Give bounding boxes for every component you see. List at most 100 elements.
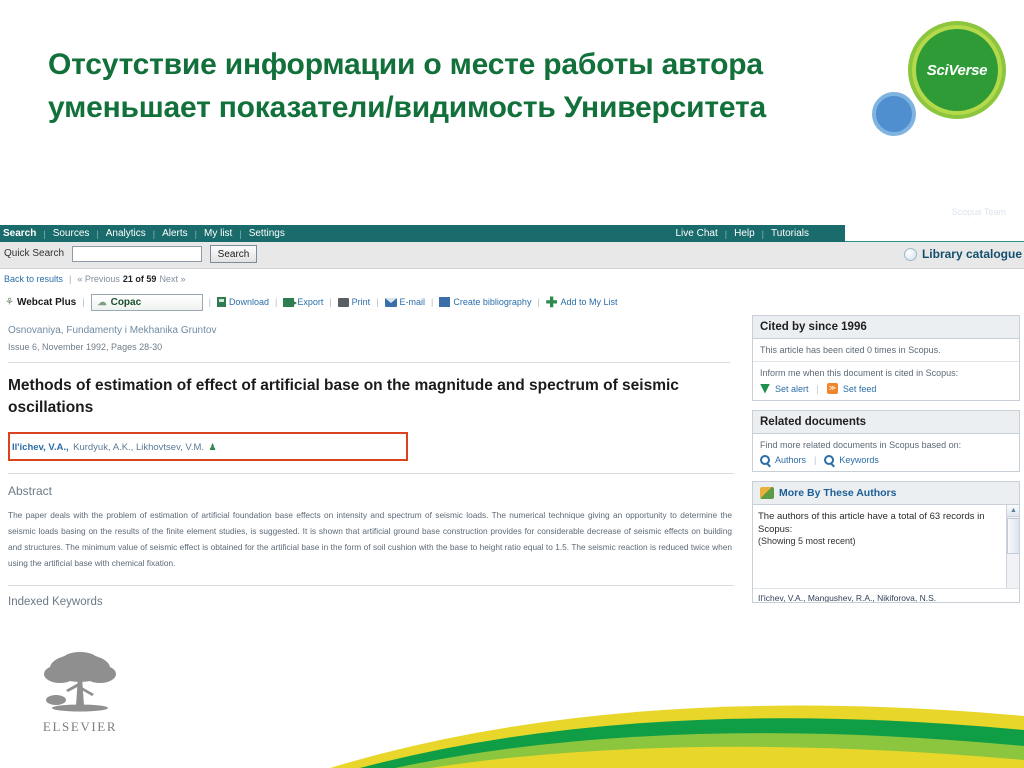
article-title: Methods of estimation of effect of artif… xyxy=(8,377,679,417)
nav-item-sources[interactable]: Sources xyxy=(53,228,90,239)
download-icon xyxy=(216,297,226,307)
abstract-body: The paper deals with the problem of esti… xyxy=(8,509,732,568)
author-primary-link[interactable]: Il'ichev, V.A., xyxy=(12,442,69,453)
export-button[interactable]: Export xyxy=(283,297,323,307)
sciverse-logo: SciVerse xyxy=(908,21,1006,119)
webcat-icon: ⚘ xyxy=(5,296,14,308)
set-alert-link[interactable]: Set alert xyxy=(775,384,809,394)
toolbar-separator: | xyxy=(208,297,211,307)
toolbar-separator: | xyxy=(376,297,379,307)
create-bibliography-button[interactable]: Create bibliography xyxy=(439,297,531,307)
nav-separator: | xyxy=(761,228,765,239)
previous-result-link[interactable]: « Previous xyxy=(77,274,120,284)
action-separator: | xyxy=(816,383,819,394)
page-title-line-1: Отсутствие информации о месте работы авт… xyxy=(48,48,763,81)
nav-item-alerts[interactable]: Alerts xyxy=(162,228,188,239)
action-separator: | xyxy=(814,455,817,465)
more-by-authors-item[interactable]: Il'ichev, V.A., Mangushev, R.A., Nikifor… xyxy=(753,589,1019,602)
toolbar-separator: | xyxy=(274,297,278,307)
cited-by-count: This article has been cited 0 times in S… xyxy=(753,339,1019,362)
search-button[interactable]: Search xyxy=(210,245,257,263)
slide-canvas: Отсутствие информации о месте работы авт… xyxy=(0,0,1024,768)
issue-info: Issue 6, November 1992, Pages 28-30 xyxy=(8,342,163,352)
scrollbar-thumb[interactable] xyxy=(1007,518,1019,554)
main-navigation: Search | Sources | Analytics | Alerts | … xyxy=(0,225,845,242)
scrollbar[interactable]: ▲ xyxy=(1006,505,1019,588)
next-result-link[interactable]: Next » xyxy=(159,274,185,284)
nav-separator: | xyxy=(96,228,99,239)
cited-by-inform: Inform me when this document is cited in… xyxy=(753,362,1019,400)
create-bibliography-label: Create bibliography xyxy=(453,297,532,307)
nav-right-group: Live Chat | Help | Tutorials xyxy=(676,228,846,239)
cited-by-heading: Cited by since 1996 xyxy=(753,316,1019,339)
export-label: Export xyxy=(297,297,324,307)
scroll-up-arrow-icon[interactable]: ▲ xyxy=(1007,505,1019,517)
nav-separator: | xyxy=(152,228,156,239)
set-feed-link[interactable]: Set feed xyxy=(843,384,877,394)
email-icon xyxy=(384,297,397,307)
email-label: E-mail xyxy=(399,297,426,307)
nav-separator: | xyxy=(239,228,242,239)
add-to-my-list-label: Add to My List xyxy=(560,297,618,307)
nav-separator: | xyxy=(194,228,197,239)
authors-rest[interactable]: Kurdyuk, A.K., Likhovtsev, V.M. xyxy=(73,442,204,453)
nav-item-my-list[interactable]: My list xyxy=(204,228,232,239)
toolbar-separator: | xyxy=(82,297,85,307)
more-by-authors-scroll-area: The authors of this article have a total… xyxy=(753,505,1019,589)
page-title-line-2: уменьшает показатели/видимость Университ… xyxy=(48,90,766,124)
more-by-authors-showing: (Showing 5 most recent) xyxy=(758,535,856,546)
search-icon xyxy=(760,455,770,465)
copac-button[interactable]: ☁ Copac xyxy=(90,293,203,311)
affiliation-icon[interactable]: ♟ xyxy=(209,442,217,452)
scopus-screenshot: Scopus Team Search | Sources | Analytics… xyxy=(0,207,1024,635)
nav-item-settings[interactable]: Settings xyxy=(249,228,285,239)
search-input[interactable] xyxy=(72,246,202,262)
rss-icon: ≫ xyxy=(826,383,838,394)
related-documents-panel: Related documents Find more related docu… xyxy=(752,410,1020,472)
nav-item-search[interactable]: Search xyxy=(3,228,36,239)
cited-by-panel: Cited by since 1996 This article has bee… xyxy=(752,315,1020,401)
library-catalogue-link[interactable]: Library catalogue xyxy=(903,247,1022,261)
blue-circle-decoration xyxy=(872,92,916,136)
cited-by-inform-text: Inform me when this document is cited in… xyxy=(760,368,959,378)
document-detail-pane: Osnovaniya, Fundamenty i Mekhanika Grunt… xyxy=(0,315,740,635)
download-button[interactable]: Download xyxy=(216,297,269,307)
more-by-authors-heading-row: More By These Authors xyxy=(753,482,1019,505)
nav-item-tutorials[interactable]: Tutorials xyxy=(771,228,809,239)
journal-name[interactable]: Osnovaniya, Fundamenty i Mekhanika Grunt… xyxy=(8,325,730,336)
divider xyxy=(8,472,734,474)
cited-by-actions: Set alert | ≫ Set feed xyxy=(760,383,1012,394)
sidebar: Cited by since 1996 This article has bee… xyxy=(752,315,1020,612)
webcat-plus-button[interactable]: ⚘ Webcat Plus xyxy=(5,297,76,308)
results-navigation-bar: Back to results | « Previous 21 of 59 Ne… xyxy=(0,270,1024,288)
print-button[interactable]: Print xyxy=(337,297,370,307)
divider xyxy=(8,584,734,586)
nav-item-help[interactable]: Help xyxy=(734,228,755,239)
sciverse-logo-core: SciVerse xyxy=(916,29,998,111)
related-documents-heading: Related documents xyxy=(753,411,1019,434)
nav-bar-tail xyxy=(845,225,1024,242)
search-icon xyxy=(824,455,835,465)
authors-highlight-box: Il'ichev, V.A., Kurdyuk, A.K., Likhovtse… xyxy=(8,431,408,461)
related-by-authors-link[interactable]: Authors xyxy=(775,455,806,465)
sciverse-wordmark: SciVerse xyxy=(926,61,988,79)
footer-swoosh-decoration xyxy=(330,705,1024,768)
document-actions-toolbar: ⚘ Webcat Plus | ☁ Copac | Download | Exp… xyxy=(0,291,1024,313)
email-button[interactable]: E-mail xyxy=(384,297,426,307)
related-documents-body: Find more related documents in Scopus ba… xyxy=(753,434,1019,471)
export-icon xyxy=(283,297,298,307)
more-by-authors-heading: More By These Authors xyxy=(779,487,897,499)
nav-item-live-chat[interactable]: Live Chat xyxy=(676,228,718,239)
library-catalogue-label: Library catalogue xyxy=(921,247,1022,261)
toolbar-separator: | xyxy=(431,297,434,307)
related-by-keywords-link[interactable]: Keywords xyxy=(839,455,879,465)
plus-icon: ✚ xyxy=(545,293,558,310)
nav-separator: | xyxy=(724,228,728,239)
divider xyxy=(8,362,730,363)
quick-search-bar: Quick Search Search Library catalogue xyxy=(0,242,1024,269)
add-to-my-list-button[interactable]: ✚ Add to My List xyxy=(545,293,618,310)
nav-item-analytics[interactable]: Analytics xyxy=(106,228,146,239)
copac-icon: ☁ xyxy=(97,296,107,307)
back-to-results-link[interactable]: Back to results xyxy=(4,274,63,284)
quick-search-label: Quick Search xyxy=(4,248,65,259)
